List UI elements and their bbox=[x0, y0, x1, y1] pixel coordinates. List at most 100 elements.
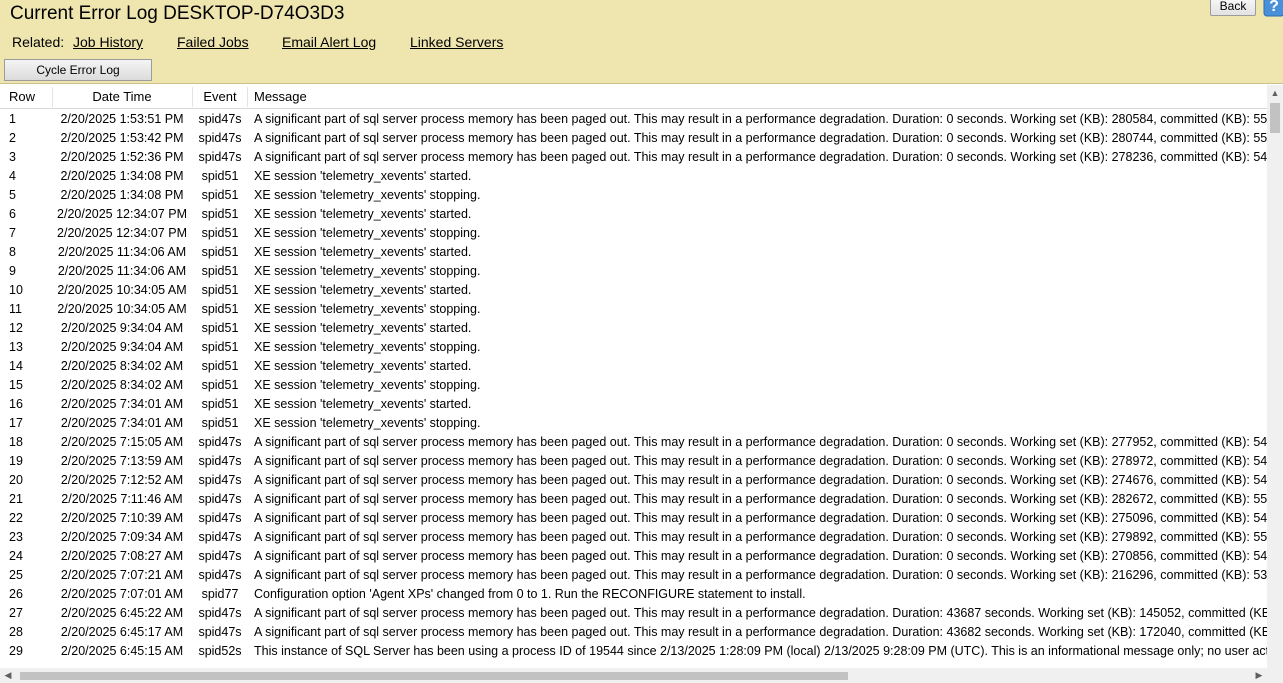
row-number-cell: 26 bbox=[9, 587, 23, 601]
row-number-cell: 23 bbox=[9, 530, 23, 544]
date-time-cell: 2/20/2025 10:34:05 AM bbox=[57, 302, 187, 316]
row-number-cell: 17 bbox=[9, 416, 23, 430]
email-alert-log-link[interactable]: Email Alert Log bbox=[282, 34, 376, 50]
message-cell: A significant part of sql server process… bbox=[254, 473, 1267, 487]
message-cell: A significant part of sql server process… bbox=[254, 568, 1267, 582]
table-row[interactable]: 7 2/20/2025 12:34:07 PM spid51 XE session '… bbox=[0, 224, 1267, 243]
table-row[interactable]: 3 2/20/2025 1:52:36 PM spid47s A significan… bbox=[0, 148, 1267, 167]
message-cell: A significant part of sql server process… bbox=[254, 492, 1267, 506]
message-cell: XE session 'telemetry_xevents' stopping. bbox=[254, 226, 481, 240]
row-number-cell: 16 bbox=[9, 397, 23, 411]
table-row[interactable]: 27 2/20/2025 6:45:22 AM spid47s A significa… bbox=[0, 604, 1267, 623]
event-cell: spid51 bbox=[201, 397, 239, 411]
vertical-scroll-thumb[interactable] bbox=[1270, 103, 1280, 133]
table-row[interactable]: 22 2/20/2025 7:10:39 AM spid47s A significa… bbox=[0, 509, 1267, 528]
column-header-event[interactable]: Event bbox=[193, 85, 247, 109]
message-cell: XE session 'telemetry_xevents' stopping. bbox=[254, 302, 481, 316]
date-time-cell: 2/20/2025 10:34:05 AM bbox=[57, 283, 187, 297]
row-number-cell: 8 bbox=[9, 245, 16, 259]
row-number-cell: 18 bbox=[9, 435, 23, 449]
row-number-cell: 22 bbox=[9, 511, 23, 525]
message-cell: XE session 'telemetry_xevents' started. bbox=[254, 245, 472, 259]
row-number-cell: 5 bbox=[9, 188, 16, 202]
job-history-link[interactable]: Job History bbox=[73, 34, 143, 50]
table-row[interactable]: 6 2/20/2025 12:34:07 PM spid51 XE session '… bbox=[0, 205, 1267, 224]
table-row[interactable]: 17 2/20/2025 7:34:01 AM spid51 XE session '… bbox=[0, 414, 1267, 433]
table-row[interactable]: 13 2/20/2025 9:34:04 AM spid51 XE session '… bbox=[0, 338, 1267, 357]
table-row[interactable]: 14 2/20/2025 8:34:02 AM spid51 XE session '… bbox=[0, 357, 1267, 376]
cycle-error-log-button[interactable]: Cycle Error Log bbox=[4, 59, 152, 81]
table-row[interactable]: 15 2/20/2025 8:34:02 AM spid51 XE session '… bbox=[0, 376, 1267, 395]
table-row[interactable]: 26 2/20/2025 7:07:01 AM spid77 Configuratio… bbox=[0, 585, 1267, 604]
row-number-cell: 11 bbox=[9, 302, 22, 316]
table-row[interactable]: 18 2/20/2025 7:15:05 AM spid47s A significa… bbox=[0, 433, 1267, 452]
table-row[interactable]: 9 2/20/2025 11:34:06 AM spid51 XE session '… bbox=[0, 262, 1267, 281]
vertical-scrollbar[interactable]: ▲ bbox=[1267, 85, 1283, 668]
date-time-cell: 2/20/2025 6:45:17 AM bbox=[60, 625, 184, 639]
table-row[interactable]: 12 2/20/2025 9:34:04 AM spid51 XE session '… bbox=[0, 319, 1267, 338]
table-row[interactable]: 28 2/20/2025 6:45:17 AM spid47s A significa… bbox=[0, 623, 1267, 642]
table-row[interactable]: 2 2/20/2025 1:53:42 PM spid47s A significan… bbox=[0, 129, 1267, 148]
message-cell: XE session 'telemetry_xevents' started. bbox=[254, 321, 472, 335]
table-row[interactable]: 10 2/20/2025 10:34:05 AM spid51 XE session … bbox=[0, 281, 1267, 300]
date-time-cell: 2/20/2025 1:52:36 PM bbox=[60, 150, 184, 164]
date-time-cell: 2/20/2025 1:53:51 PM bbox=[60, 112, 184, 126]
column-header-row[interactable]: Row bbox=[9, 85, 51, 109]
row-number-cell: 20 bbox=[9, 473, 23, 487]
table-row[interactable]: 29 2/20/2025 6:45:15 AM spid52s This instan… bbox=[0, 642, 1267, 661]
scroll-left-icon[interactable]: ◀ bbox=[0, 668, 16, 683]
message-cell: A significant part of sql server process… bbox=[254, 150, 1267, 164]
row-number-cell: 9 bbox=[9, 264, 16, 278]
event-cell: spid51 bbox=[201, 378, 239, 392]
table-row[interactable]: 24 2/20/2025 7:08:27 AM spid47s A significa… bbox=[0, 547, 1267, 566]
help-icon[interactable]: ? bbox=[1258, 0, 1283, 20]
date-time-cell: 2/20/2025 12:34:07 PM bbox=[57, 226, 187, 240]
event-cell: spid51 bbox=[201, 188, 239, 202]
table-row[interactable]: 4 2/20/2025 1:34:08 PM spid51 XE session 't… bbox=[0, 167, 1267, 186]
horizontal-scrollbar[interactable]: ◀ ▶ bbox=[0, 668, 1267, 683]
date-time-cell: 2/20/2025 9:34:04 AM bbox=[60, 321, 184, 335]
event-cell: spid51 bbox=[201, 416, 239, 430]
event-cell: spid51 bbox=[201, 302, 239, 316]
date-time-cell: 2/20/2025 9:34:04 AM bbox=[60, 340, 184, 354]
table-row[interactable]: 1 2/20/2025 1:53:51 PM spid47s A significan… bbox=[0, 110, 1267, 129]
message-cell: XE session 'telemetry_xevents' stopping. bbox=[254, 340, 481, 354]
event-cell: spid52s bbox=[198, 644, 242, 658]
scrollbar-corner bbox=[1267, 668, 1283, 683]
event-cell: spid47s bbox=[198, 530, 242, 544]
linked-servers-link[interactable]: Linked Servers bbox=[410, 34, 503, 50]
row-number-cell: 19 bbox=[9, 454, 23, 468]
event-cell: spid51 bbox=[201, 207, 239, 221]
page-title: Current Error Log DESKTOP-D74O3D3 bbox=[10, 3, 345, 24]
column-header-message[interactable]: Message bbox=[254, 85, 554, 109]
column-header-date-time[interactable]: Date Time bbox=[52, 85, 192, 109]
table-row[interactable]: 5 2/20/2025 1:34:08 PM spid51 XE session 't… bbox=[0, 186, 1267, 205]
back-button[interactable]: Back bbox=[1210, 0, 1256, 16]
table-row[interactable]: 16 2/20/2025 7:34:01 AM spid51 XE session '… bbox=[0, 395, 1267, 414]
date-time-cell: 2/20/2025 6:45:22 AM bbox=[60, 606, 184, 620]
event-cell: spid47s bbox=[198, 150, 242, 164]
failed-jobs-link[interactable]: Failed Jobs bbox=[177, 34, 249, 50]
table-row[interactable]: 23 2/20/2025 7:09:34 AM spid47s A significa… bbox=[0, 528, 1267, 547]
horizontal-scroll-thumb[interactable] bbox=[20, 672, 848, 680]
table-row[interactable]: 19 2/20/2025 7:13:59 AM spid47s A significa… bbox=[0, 452, 1267, 471]
table-row[interactable]: 21 2/20/2025 7:11:46 AM spid47s A significa… bbox=[0, 490, 1267, 509]
message-cell: XE session 'telemetry_xevents' stopping. bbox=[254, 416, 481, 430]
grid-header: Row Date Time Event Message bbox=[0, 85, 1267, 109]
column-divider[interactable] bbox=[247, 87, 248, 107]
scroll-right-icon[interactable]: ▶ bbox=[1251, 668, 1267, 683]
message-cell: XE session 'telemetry_xevents' stopping. bbox=[254, 188, 481, 202]
row-number-cell: 7 bbox=[9, 226, 16, 240]
date-time-cell: 2/20/2025 11:34:06 AM bbox=[57, 245, 187, 259]
date-time-cell: 2/20/2025 7:13:59 AM bbox=[60, 454, 184, 468]
scroll-up-icon[interactable]: ▲ bbox=[1267, 85, 1283, 101]
row-number-cell: 4 bbox=[9, 169, 16, 183]
table-row[interactable]: 20 2/20/2025 7:12:52 AM spid47s A significa… bbox=[0, 471, 1267, 490]
date-time-cell: 2/20/2025 7:09:34 AM bbox=[60, 530, 184, 544]
table-row[interactable]: 11 2/20/2025 10:34:05 AM spid51 XE session … bbox=[0, 300, 1267, 319]
table-row[interactable]: 8 2/20/2025 11:34:06 AM spid51 XE session '… bbox=[0, 243, 1267, 262]
table-row[interactable]: 25 2/20/2025 7:07:21 AM spid47s A significa… bbox=[0, 566, 1267, 585]
message-cell: A significant part of sql server process… bbox=[254, 530, 1267, 544]
message-cell: This instance of SQL Server has been usi… bbox=[254, 644, 1267, 658]
event-cell: spid77 bbox=[201, 587, 239, 601]
